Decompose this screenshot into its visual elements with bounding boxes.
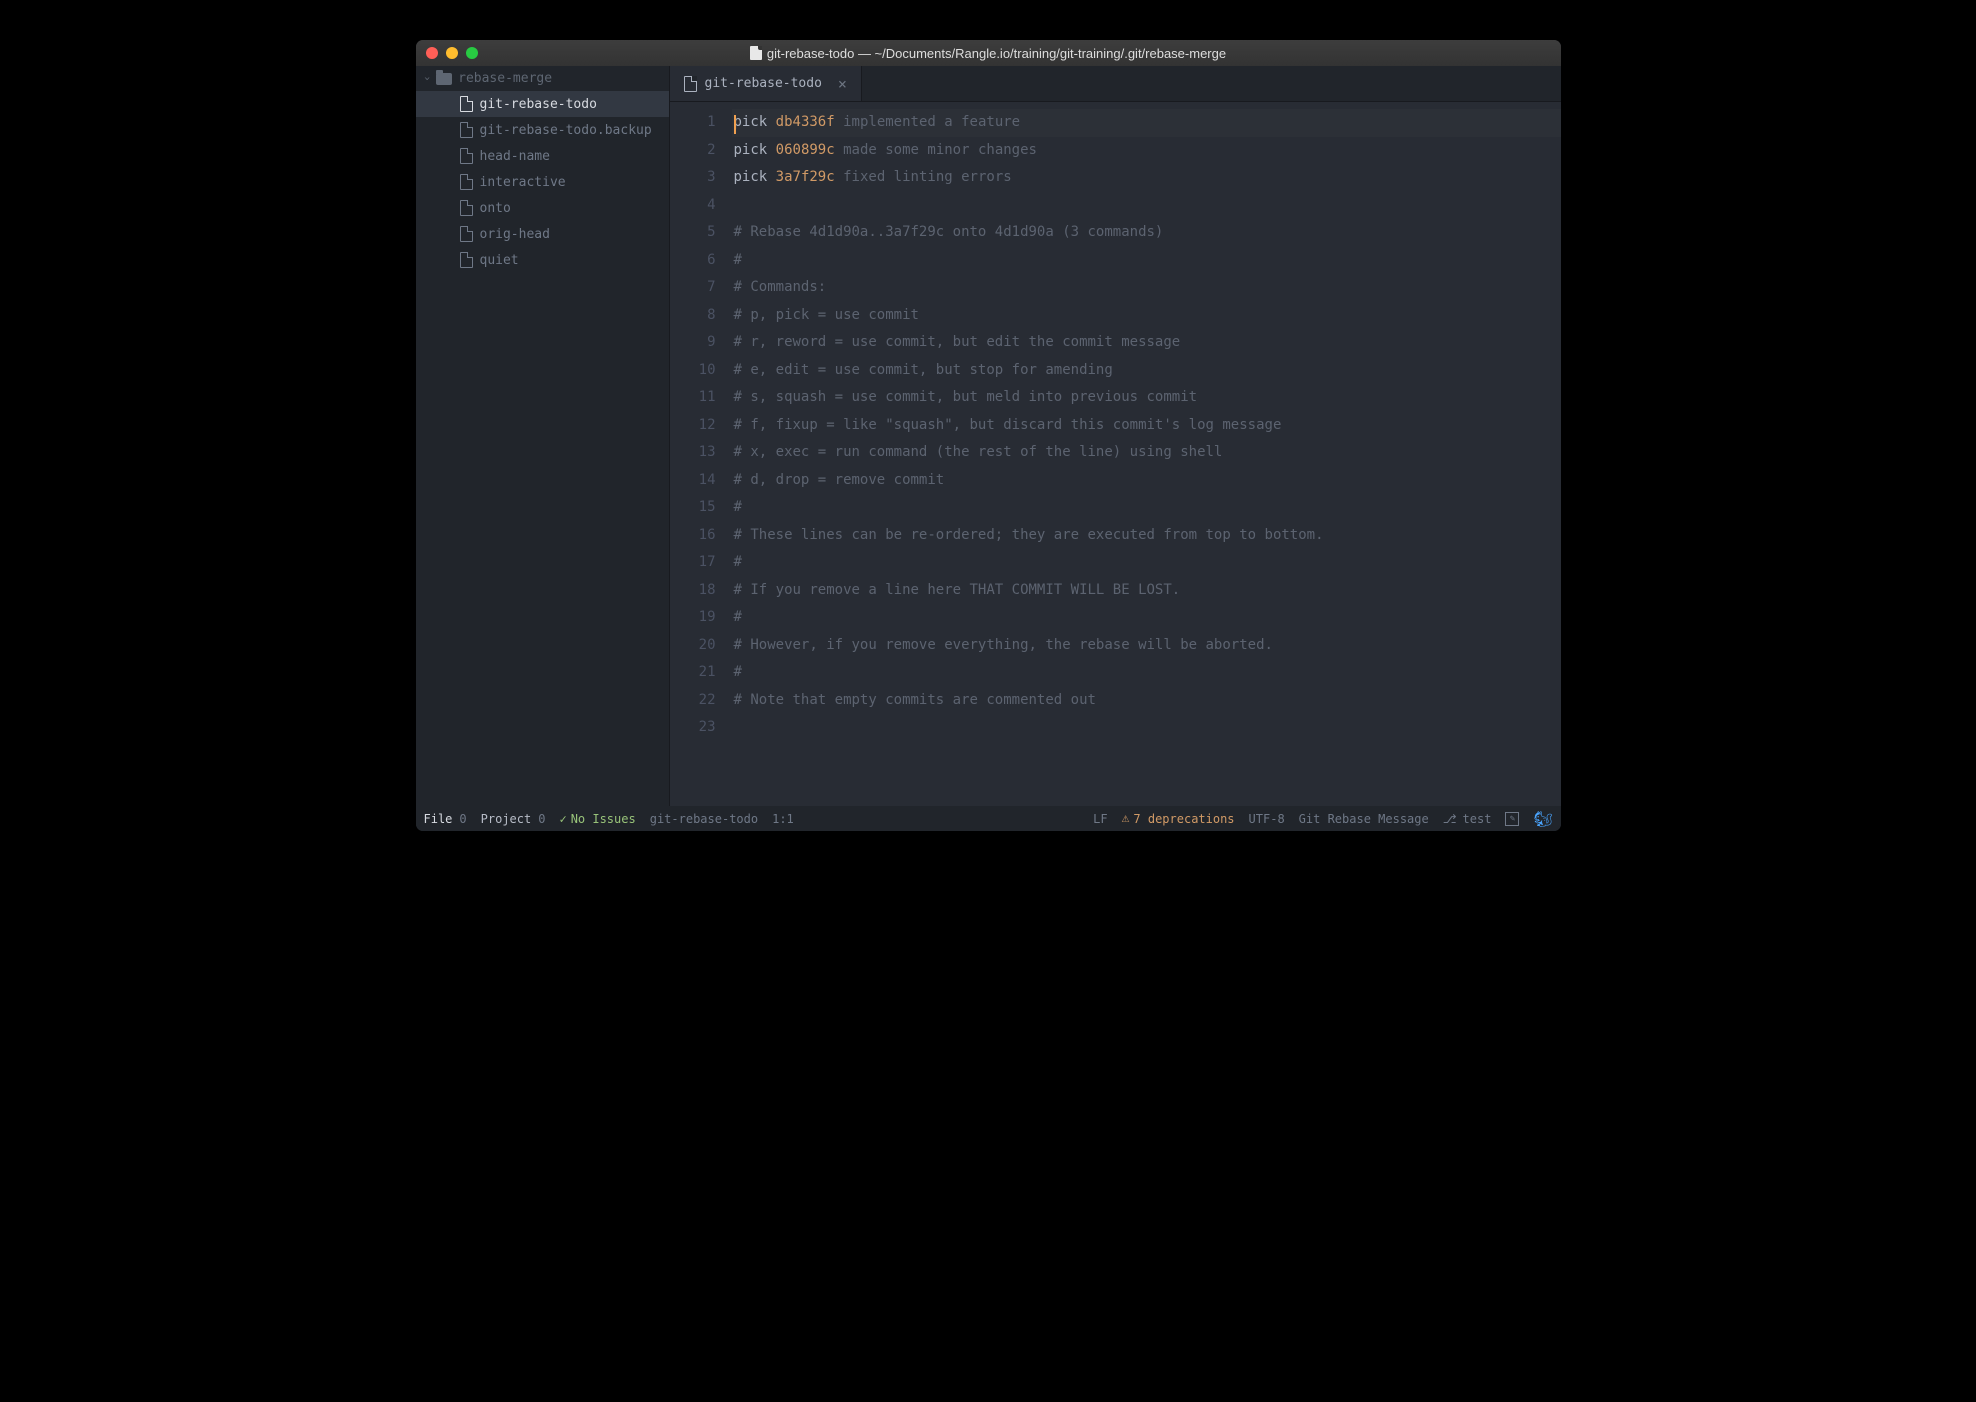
status-no-issues[interactable]: No Issues [559,812,635,826]
tree-item-label: orig-head [480,227,550,242]
editor-pane: git-rebase-todo × 1234567891011121314151… [670,66,1561,806]
code-content[interactable]: pick db4336f implemented a featurepick 0… [732,109,1561,806]
file-tree-sidebar[interactable]: › rebase-merge git-rebase-todo git-rebas… [416,66,670,806]
window-title: git-rebase-todo — ~/Documents/Rangle.io/… [426,46,1551,61]
tree-item-label: quiet [480,253,519,268]
window-minimize-button[interactable] [446,47,458,59]
file-icon [460,252,473,268]
file-icon [460,96,473,112]
tree-item-quiet[interactable]: quiet [416,247,669,273]
status-bar: File 0 Project 0 No Issues git-rebase-to… [416,806,1561,831]
file-icon [460,226,473,242]
squirrel-icon[interactable]: 🐿 [1533,810,1552,828]
tree-item-orig-head[interactable]: orig-head [416,221,669,247]
status-deprecations[interactable]: 7 deprecations [1122,811,1235,826]
status-cursor-position[interactable]: 1:1 [772,812,794,826]
tree-item-head-name[interactable]: head-name [416,143,669,169]
status-git-branch[interactable]: test [1443,812,1492,826]
tab-git-rebase-todo[interactable]: git-rebase-todo × [670,66,862,101]
status-line-ending[interactable]: LF [1093,812,1107,826]
tab-close-button[interactable]: × [838,75,847,93]
folder-icon [436,73,452,85]
chevron-down-icon: › [420,75,433,82]
traffic-lights [426,47,478,59]
status-file[interactable]: File 0 [424,812,467,826]
titlebar[interactable]: git-rebase-todo — ~/Documents/Rangle.io/… [416,40,1561,66]
status-edit-icon[interactable]: ✎ [1505,812,1519,826]
window-title-text: git-rebase-todo — ~/Documents/Rangle.io/… [767,46,1226,61]
tree-root-label: rebase-merge [458,71,552,86]
code-editor[interactable]: 1234567891011121314151617181920212223 pi… [670,102,1561,806]
window-close-button[interactable] [426,47,438,59]
tree-item-label: onto [480,201,511,216]
status-project[interactable]: Project 0 [481,812,546,826]
tree-item-label: interactive [480,175,566,190]
line-number-gutter: 1234567891011121314151617181920212223 [670,109,732,806]
file-icon [460,148,473,164]
editor-window: git-rebase-todo — ~/Documents/Rangle.io/… [416,40,1561,831]
status-filename[interactable]: git-rebase-todo [650,812,758,826]
tree-item-label: git-rebase-todo.backup [480,123,652,138]
tree-root[interactable]: › rebase-merge [416,66,669,91]
tree-item-onto[interactable]: onto [416,195,669,221]
file-icon [684,76,697,92]
tree-item-git-rebase-todo[interactable]: git-rebase-todo [416,91,669,117]
file-icon [460,174,473,190]
status-encoding[interactable]: UTF-8 [1249,812,1285,826]
tree-item-interactive[interactable]: interactive [416,169,669,195]
file-icon [460,200,473,216]
tab-label: git-rebase-todo [705,76,822,91]
tab-bar[interactable]: git-rebase-todo × [670,66,1561,102]
main-area: › rebase-merge git-rebase-todo git-rebas… [416,66,1561,806]
file-icon [460,122,473,138]
file-icon [750,46,762,60]
tree-item-git-rebase-todo-backup[interactable]: git-rebase-todo.backup [416,117,669,143]
window-maximize-button[interactable] [466,47,478,59]
tree-item-label: git-rebase-todo [480,97,597,112]
tree-item-label: head-name [480,149,550,164]
status-grammar[interactable]: Git Rebase Message [1299,812,1429,826]
